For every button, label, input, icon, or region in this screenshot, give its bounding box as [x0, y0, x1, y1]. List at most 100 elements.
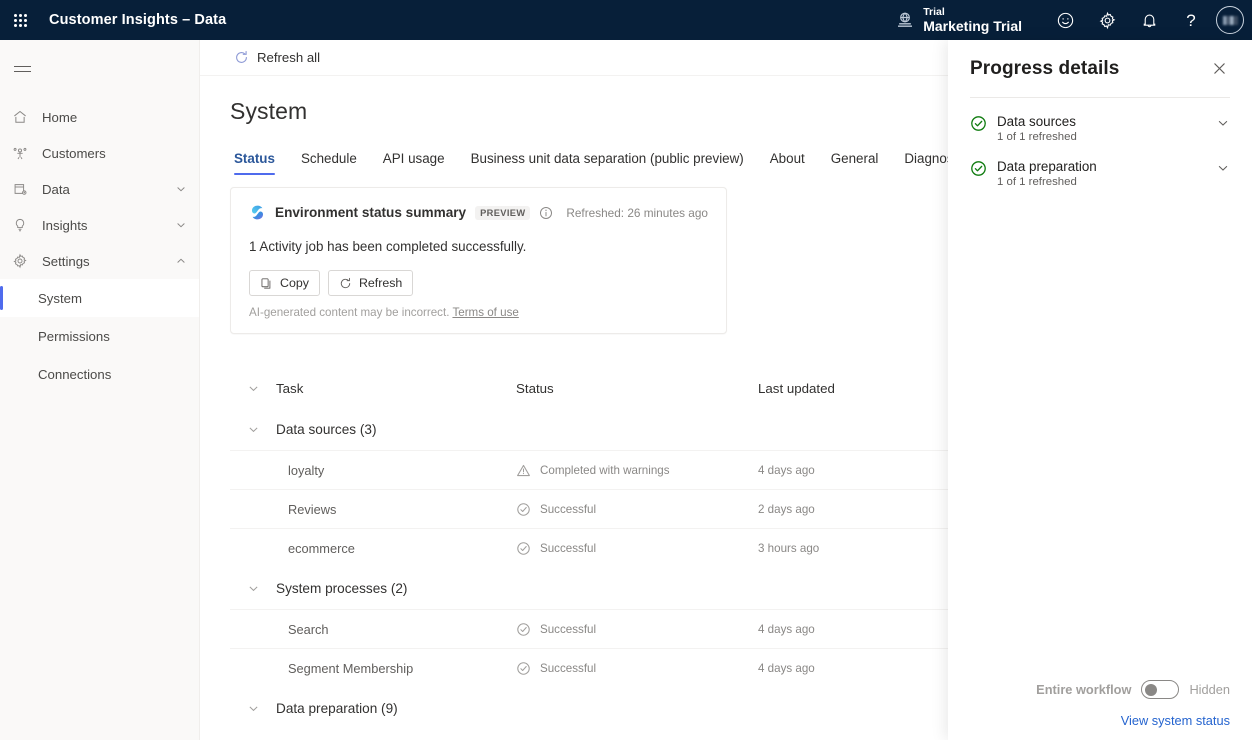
refresh-icon — [339, 277, 352, 290]
tab-api-usage[interactable]: API usage — [370, 151, 458, 175]
gear-icon[interactable] — [1088, 1, 1126, 39]
copy-icon — [260, 277, 273, 290]
check-circle-icon — [516, 622, 531, 637]
progress-item-name: Data sources — [997, 114, 1077, 129]
sidebar-item-customers[interactable]: Customers — [0, 135, 199, 171]
check-circle-icon — [516, 502, 531, 517]
close-icon[interactable] — [1209, 58, 1230, 79]
help-icon[interactable]: ? — [1172, 1, 1210, 39]
task-status: Successful — [516, 622, 758, 637]
sidebar-subitem-label: Connections — [38, 367, 111, 382]
sidebar-item-settings[interactable]: Settings — [0, 243, 199, 279]
home-icon — [12, 109, 34, 125]
group-label: Data sources (3) — [276, 422, 516, 437]
last-updated: 4 days ago — [758, 662, 978, 675]
panel-title: Progress details — [970, 58, 1119, 80]
progress-details-panel: Progress details Data sources 1 of 1 ref… — [948, 40, 1252, 740]
lightbulb-icon — [12, 217, 34, 233]
copilot-icon — [249, 204, 266, 221]
progress-item-data-sources[interactable]: Data sources 1 of 1 refreshed — [948, 98, 1252, 143]
tab-about[interactable]: About — [757, 151, 818, 175]
last-updated: 4 days ago — [758, 623, 978, 636]
tab-business-unit-data-separation[interactable]: Business unit data separation (public pr… — [458, 151, 757, 175]
left-navigation: Home Customers — [0, 40, 200, 740]
progress-item-data-preparation[interactable]: Data preparation 1 of 1 refreshed — [948, 143, 1252, 188]
terms-of-use-link[interactable]: Terms of use — [452, 306, 518, 319]
column-header-last-updated: Last updated — [758, 381, 978, 396]
panel-header: Progress details — [948, 40, 1252, 80]
sidebar-item-system[interactable]: System — [0, 279, 199, 317]
app-title: Customer Insights – Data — [49, 12, 226, 28]
sidebar-item-insights[interactable]: Insights — [0, 207, 199, 243]
chevron-up-icon[interactable] — [175, 255, 187, 267]
tab-label: About — [770, 151, 805, 166]
check-circle-green-icon — [970, 115, 987, 132]
bell-icon[interactable] — [1130, 1, 1168, 39]
sidebar-item-data[interactable]: Data — [0, 171, 199, 207]
view-system-status-link[interactable]: View system status — [970, 713, 1230, 728]
task-status: Successful — [516, 661, 758, 676]
sidebar-item-label: Home — [42, 110, 187, 125]
card-actions: Copy Refresh — [249, 270, 708, 296]
sidebar-item-label: Customers — [42, 146, 187, 161]
last-updated: 4 days ago — [758, 464, 978, 477]
card-header: Environment status summary PREVIEW Refre… — [249, 204, 708, 221]
chevron-down-icon[interactable] — [230, 582, 276, 595]
entire-workflow-toggle-row: Entire workflow Hidden — [970, 680, 1230, 699]
chevron-down-icon[interactable] — [175, 183, 187, 195]
expand-all-chevron-icon[interactable] — [230, 382, 276, 395]
progress-item-sub: 1 of 1 refreshed — [997, 176, 1097, 188]
refresh-button[interactable]: Refresh — [328, 270, 413, 296]
task-name: Reviews — [276, 502, 516, 517]
avatar[interactable] — [1216, 6, 1244, 34]
info-icon[interactable] — [539, 206, 553, 220]
tab-schedule[interactable]: Schedule — [288, 151, 370, 175]
check-circle-green-icon — [970, 160, 987, 177]
chevron-down-icon[interactable] — [1216, 116, 1230, 130]
last-updated: 2 days ago — [758, 503, 978, 516]
tab-general[interactable]: General — [818, 151, 892, 175]
app-launcher-icon[interactable] — [0, 0, 40, 40]
panel-footer: Entire workflow Hidden View system statu… — [948, 680, 1252, 740]
sidebar-subitem-label: System — [38, 291, 82, 306]
tab-label: API usage — [383, 151, 445, 166]
environment-status-summary-card: Environment status summary PREVIEW Refre… — [230, 187, 727, 334]
preview-badge: PREVIEW — [475, 206, 530, 220]
tab-label: General — [831, 151, 879, 166]
status-label: Successful — [540, 623, 596, 636]
gear-icon — [12, 253, 34, 269]
refresh-all-label: Refresh all — [257, 50, 320, 65]
card-title: Environment status summary — [275, 205, 466, 220]
group-label: System processes (2) — [276, 581, 516, 596]
column-header-task: Task — [276, 381, 516, 396]
progress-item-name: Data preparation — [997, 159, 1097, 174]
task-name: Segment Membership — [276, 661, 516, 676]
toggle-state-label: Hidden — [1189, 682, 1230, 697]
last-updated: 3 hours ago — [758, 542, 978, 555]
nav-collapse-icon[interactable] — [0, 47, 44, 91]
task-status: Successful — [516, 502, 758, 517]
disclaimer-text: AI-generated content may be incorrect. — [249, 306, 449, 319]
refresh-all-button[interactable]: Refresh all — [228, 46, 326, 69]
copy-button[interactable]: Copy — [249, 270, 320, 296]
sidebar-item-home[interactable]: Home — [0, 99, 199, 135]
sidebar-item-label: Data — [42, 182, 175, 197]
sidebar-item-permissions[interactable]: Permissions — [0, 317, 199, 355]
tab-status[interactable]: Status — [230, 151, 288, 175]
tab-label: Schedule — [301, 151, 357, 166]
chevron-down-icon[interactable] — [230, 423, 276, 436]
progress-item-text: Data preparation 1 of 1 refreshed — [997, 159, 1097, 188]
app-root: Customer Insights – Data Trial Marketing… — [0, 0, 1252, 740]
smiley-feedback-icon[interactable] — [1046, 1, 1084, 39]
sidebar-item-connections[interactable]: Connections — [0, 355, 199, 393]
chevron-down-icon[interactable] — [175, 219, 187, 231]
entire-workflow-toggle[interactable] — [1141, 680, 1179, 699]
chevron-down-icon[interactable] — [230, 702, 276, 715]
sidebar-item-label: Settings — [42, 254, 175, 269]
chevron-down-icon[interactable] — [1216, 161, 1230, 175]
trial-badge[interactable]: Trial Marketing Trial — [895, 6, 1022, 34]
group-label: Data preparation (9) — [276, 701, 516, 716]
avatar-image — [1223, 16, 1238, 25]
trial-text: Trial Marketing Trial — [923, 6, 1022, 34]
task-status: Successful — [516, 541, 758, 556]
